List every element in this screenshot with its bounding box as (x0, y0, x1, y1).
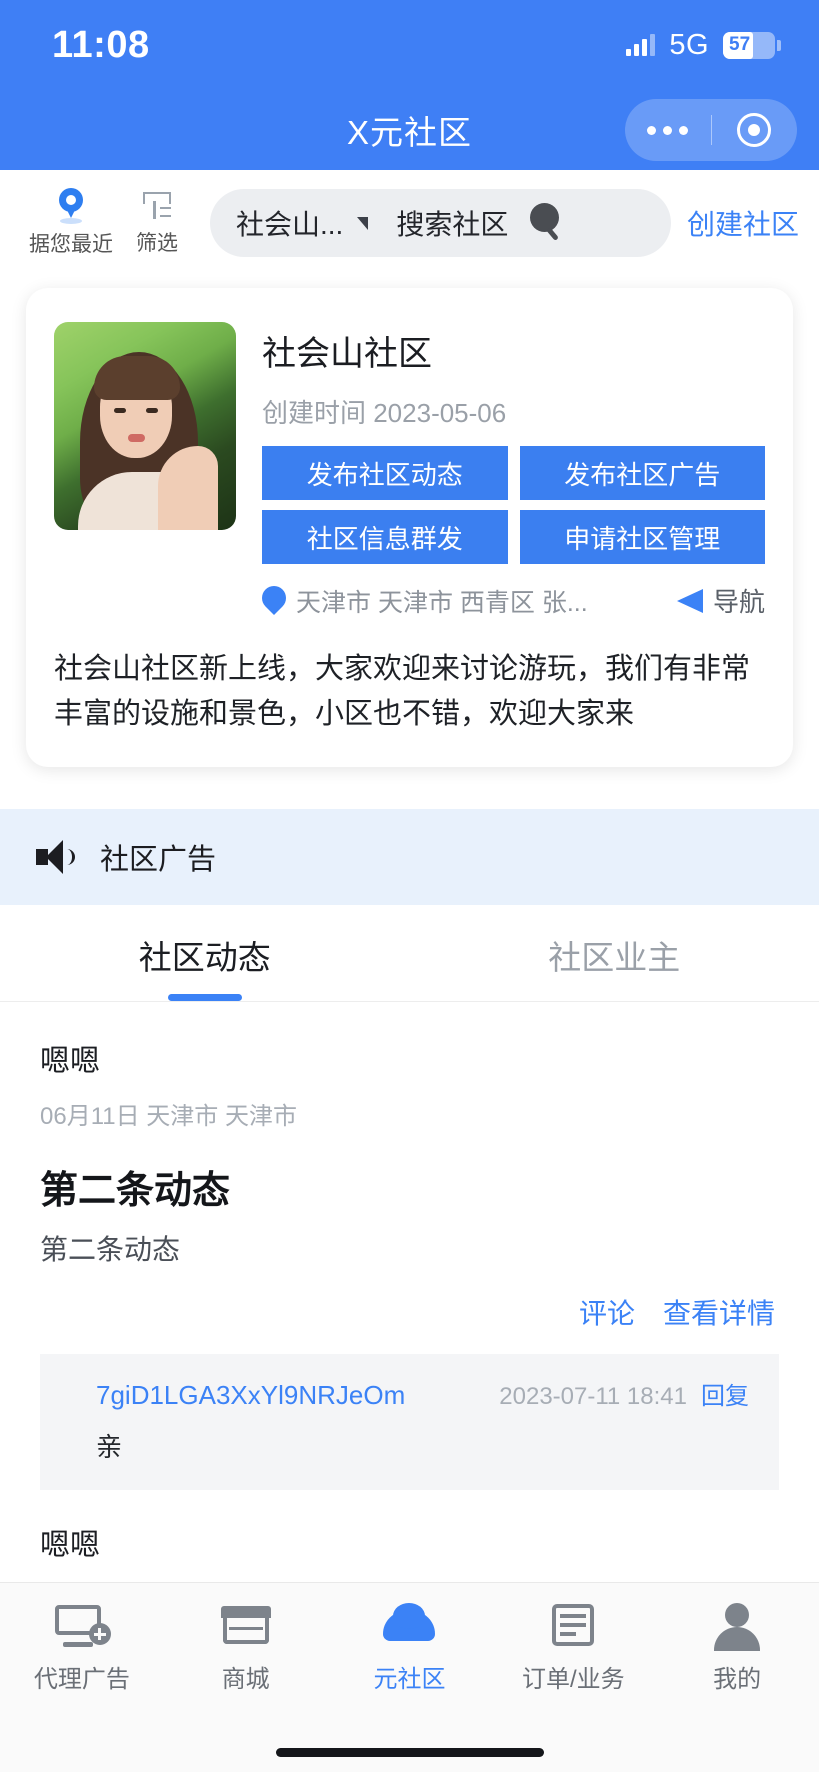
navigate-arrow-icon (676, 588, 703, 613)
search-input[interactable]: 搜索社区 (396, 203, 508, 243)
miniprogram-capsule[interactable] (625, 99, 797, 161)
map-pin-icon (257, 580, 291, 616)
tab-community-owners[interactable]: 社区业主 (410, 931, 819, 1001)
community-description: 社会山社区新上线，大家欢迎来讨论游玩，我们有非常丰富的设施和景色，小区也不错，欢… (54, 653, 751, 730)
post-author: 嗯嗯 (40, 1044, 100, 1078)
apply-management-button[interactable]: 申请社区管理 (519, 510, 765, 564)
post-title: 第二条动态 (40, 1169, 231, 1212)
publish-ad-button[interactable]: 发布社区广告 (519, 446, 765, 500)
network-type-label: 5G (669, 28, 709, 61)
target-circle-icon (737, 113, 772, 147)
signal-strength-icon (626, 34, 656, 56)
status-time: 11:08 (52, 23, 150, 66)
comment-item: 7giD1LGA3XxYl9NRJeOm 2023-07-11 18:41 回复… (40, 1353, 779, 1490)
tab-community-posts-label: 社区动态 (138, 938, 271, 976)
feed-list: 嗯嗯 06月11日 天津市 天津市 第二条动态 第二条动态 评论 查看详情 7g… (0, 1001, 819, 1582)
community-selector[interactable]: 社会山... (236, 203, 369, 243)
post-meta: 06月11日 天津市 天津市 (40, 1102, 297, 1130)
mass-message-button[interactable]: 社区信息群发 (262, 510, 508, 564)
tabbar-label-community: 元社区 (373, 1666, 446, 1693)
tab-community-owners-label: 社区业主 (548, 938, 681, 976)
nearby-button[interactable]: 据您最近 (28, 188, 114, 258)
tabbar-item-mall[interactable]: 商城 (164, 1601, 328, 1694)
order-list-icon (546, 1601, 600, 1649)
megaphone-icon (36, 839, 78, 874)
search-box[interactable]: 社会山... 搜索社区 (210, 189, 671, 257)
nav-bar: X元社区 (0, 90, 819, 170)
comment-user[interactable]: 7giD1LGA3XxYl9NRJeOm (96, 1380, 405, 1411)
community-card-top: 社会山社区 创建时间 2023-05-06 发布社区动态 发布社区广告 社区信息… (54, 322, 765, 619)
profile-icon (710, 1601, 764, 1651)
active-tab-indicator (167, 993, 242, 1001)
tabbar-item-profile[interactable]: 我的 (655, 1601, 819, 1694)
scroll-content: 据您最近 筛选 社会山... 搜索社区 创建社区 社会山社区 创建时间 2023… (0, 170, 819, 1582)
battery-icon: 57 (723, 31, 781, 59)
comment-header: 7giD1LGA3XxYl9NRJeOm 2023-07-11 18:41 回复 (70, 1376, 749, 1411)
filter-button[interactable]: 筛选 (114, 189, 200, 257)
filter-label: 筛选 (136, 232, 178, 255)
community-action-buttons: 发布社区动态 发布社区广告 社区信息群发 申请社区管理 (262, 446, 765, 564)
chevron-down-icon (357, 216, 369, 230)
agency-ads-icon (54, 1601, 111, 1649)
community-ad-label: 社区广告 (100, 843, 217, 876)
tabbar-label-mall: 商城 (221, 1666, 270, 1693)
search-icon[interactable] (528, 203, 568, 243)
create-community-link[interactable]: 创建社区 (687, 203, 799, 243)
battery-level-label: 57 (729, 34, 751, 55)
filter-icon (143, 189, 171, 223)
bottom-tab-bar: 代理广告 商城 元社区 订单/业务 我的 (0, 1582, 819, 1732)
tab-community-posts[interactable]: 社区动态 (0, 931, 410, 1001)
close-miniprogram-button[interactable] (712, 113, 798, 147)
status-bar: 11:08 5G 57 (0, 0, 819, 90)
community-created-date: 创建时间 2023-05-06 (262, 398, 507, 428)
tabbar-label-agency-ads: 代理广告 (33, 1666, 130, 1693)
nearby-label: 据您最近 (29, 233, 113, 256)
comment-reply-button[interactable]: 回复 (701, 1376, 749, 1411)
tabbar-item-orders[interactable]: 订单/业务 (491, 1601, 655, 1694)
community-avatar[interactable] (54, 322, 236, 530)
tabbar-label-profile: 我的 (713, 1666, 762, 1693)
comment-text: 亲 (96, 1431, 123, 1462)
app-screen: 11:08 5G 57 X元社区 据您最近 筛选 社会山... 搜索社区 创建社… (0, 0, 819, 1772)
ellipsis-icon (647, 125, 689, 135)
tabbar-label-orders: 订单/业务 (521, 1666, 625, 1693)
comment-time: 2023-07-11 18:41 (499, 1382, 687, 1410)
tabbar-item-community[interactable]: 元社区 (328, 1601, 492, 1694)
community-info: 社会山社区 创建时间 2023-05-06 发布社区动态 发布社区广告 社区信息… (257, 322, 765, 619)
cloud-icon (382, 1601, 436, 1649)
community-address: 天津市 天津市 西青区 张... (296, 588, 588, 617)
community-name: 社会山社区 (262, 335, 432, 373)
community-card: 社会山社区 创建时间 2023-05-06 发布社区动态 发布社区广告 社区信息… (26, 288, 793, 767)
selected-community-label: 社会山... (236, 209, 344, 240)
post-author-next: 嗯嗯 (40, 1528, 100, 1562)
post-body: 第二条动态 (40, 1233, 181, 1265)
home-indicator-bar (0, 1732, 819, 1772)
location-pin-icon (56, 188, 86, 224)
page-title: X元社区 (346, 114, 472, 151)
view-detail-button[interactable]: 查看详情 (663, 1292, 775, 1332)
list-item[interactable]: 嗯嗯 06月11日 天津市 天津市 第二条动态 第二条动态 评论 查看详情 7g… (0, 1002, 819, 1490)
feed-tabs: 社区动态 社区业主 (0, 904, 819, 1002)
community-ad-bar[interactable]: 社区广告 (0, 808, 819, 905)
navigate-button[interactable]: 导航 (713, 582, 765, 619)
home-indicator (275, 1747, 544, 1757)
post-actions: 评论 查看详情 (40, 1292, 779, 1332)
search-toolbar: 据您最近 筛选 社会山... 搜索社区 创建社区 (0, 170, 819, 274)
comment-button[interactable]: 评论 (579, 1292, 635, 1332)
more-menu-button[interactable] (625, 125, 711, 135)
tabbar-item-agency-ads[interactable]: 代理广告 (0, 1601, 164, 1694)
status-indicators: 5G 57 (626, 28, 781, 62)
community-location-row: 天津市 天津市 西青区 张... 导航 (257, 580, 765, 619)
shop-icon (219, 1601, 273, 1649)
publish-post-button[interactable]: 发布社区动态 (262, 446, 508, 500)
